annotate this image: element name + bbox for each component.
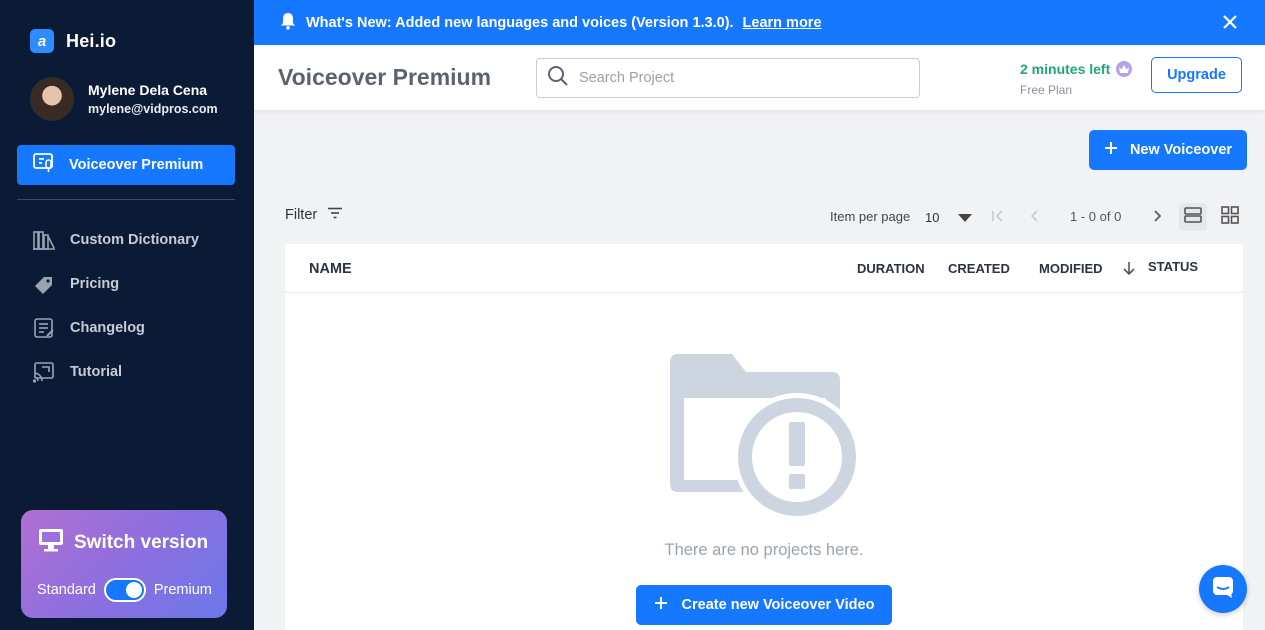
avatar [30,77,74,121]
brand-logo-icon: a [30,29,54,53]
sidebar-item-pricing[interactable]: Pricing [32,270,199,298]
plus-icon [1104,141,1118,159]
premium-label: Premium [153,582,212,598]
create-voiceover-video-label: Create new Voiceover Video [681,597,875,613]
create-voiceover-video-button[interactable]: Create new Voiceover Video [636,585,892,625]
sidebar-item-voiceover-premium[interactable]: Voiceover Premium [17,145,235,185]
sidebar-item-label: Custom Dictionary [70,232,199,248]
sidebar-item-changelog[interactable]: Changelog [32,314,199,342]
price-tag-icon [32,272,56,296]
announcement-bar: What's New: Added new languages and voic… [254,0,1265,45]
search-box[interactable] [536,58,920,98]
search-input[interactable] [579,70,899,86]
column-status[interactable]: STATUS [1148,259,1198,274]
page-title: Voiceover Premium [278,64,492,90]
upgrade-button[interactable]: Upgrade [1151,57,1242,93]
books-icon [32,228,56,252]
empty-state-message: There are no projects here. [664,541,864,559]
sidebar-item-label: Tutorial [70,364,123,380]
switch-version-card: Switch version Standard Premium [21,510,227,618]
projects-table: NAME DURATION CREATED MODIFIED STATUS Th… [285,244,1243,630]
sidebar-nav: Custom Dictionary Pricing Changelog Tuto… [32,226,199,402]
empty-folder-warning-icon [670,354,861,523]
version-toggle[interactable] [103,578,146,602]
plus-icon [654,596,668,614]
grid-view-icon [1221,205,1239,229]
brand[interactable]: a Hei.io [30,29,116,53]
switch-version-label: Switch version [74,532,209,553]
filter-button[interactable]: Filter [285,207,343,223]
sidebar-divider [17,199,235,200]
new-voiceover-label: New Voiceover [1129,142,1233,158]
mic-monitor-icon [33,153,55,177]
table-header: NAME DURATION CREATED MODIFIED STATUS [285,244,1243,293]
announcement-text: What's New: Added new languages and voic… [306,14,734,31]
user-email: mylene@vidpros.com [88,102,218,116]
filter-label: Filter [285,207,318,223]
user-profile[interactable]: Mylene Dela Cena mylene@vidpros.com [30,77,218,121]
filter-icon [327,207,343,223]
column-duration[interactable]: DURATION [857,261,925,276]
new-voiceover-button[interactable]: New Voiceover [1089,130,1247,170]
sidebar-item-label: Changelog [70,320,145,336]
sidebar-item-label: Voiceover Premium [69,157,204,173]
standard-label: Standard [37,582,96,598]
sidebar: a Hei.io Mylene Dela Cena mylene@vidpros… [0,0,254,630]
grid-view-button[interactable] [1216,203,1244,231]
search-icon [547,65,569,92]
sidebar-item-tutorial[interactable]: Tutorial [32,358,199,386]
chat-support-button[interactable] [1199,565,1247,613]
time-left-text: 2 minutes left [1020,61,1111,77]
list-view-icon [1184,206,1202,228]
sidebar-item-label: Pricing [70,276,120,292]
changelog-icon [32,316,56,340]
plan-label: Free Plan [1020,83,1073,97]
learn-more-link[interactable]: Learn more [743,15,822,31]
sidebar-item-custom-dictionary[interactable]: Custom Dictionary [32,226,199,254]
pagination-range: 1 - 0 of 0 [1070,209,1122,224]
column-name[interactable]: NAME [309,261,352,277]
sort-arrow-down-icon[interactable] [1121,260,1137,276]
list-view-button[interactable] [1179,203,1207,231]
switch-version-title: Switch version [38,528,208,558]
bell-icon [280,12,296,34]
items-per-page-label: Item per page [830,209,911,224]
toggle-knob [125,582,142,598]
column-created[interactable]: CREATED [948,261,1010,276]
next-page-icon[interactable] [1149,208,1165,224]
previous-page-icon[interactable] [1027,208,1043,224]
items-per-page-value[interactable]: 10 [925,210,939,225]
first-page-icon[interactable] [990,208,1006,224]
chevron-down-icon[interactable] [956,211,974,223]
chat-icon [1211,575,1235,604]
brand-name: Hei.io [66,30,117,51]
close-icon[interactable] [1221,13,1239,31]
user-name: Mylene Dela Cena [88,82,208,98]
cast-icon [32,360,56,384]
monitor-icon [38,528,64,558]
time-left: 2 minutes left [1020,61,1133,77]
crown-icon [1116,61,1133,77]
version-toggle-row: Standard Premium [37,578,212,602]
header: Voiceover Premium 2 minutes left Free Pl… [254,45,1265,110]
column-modified[interactable]: MODIFIED [1039,261,1103,276]
